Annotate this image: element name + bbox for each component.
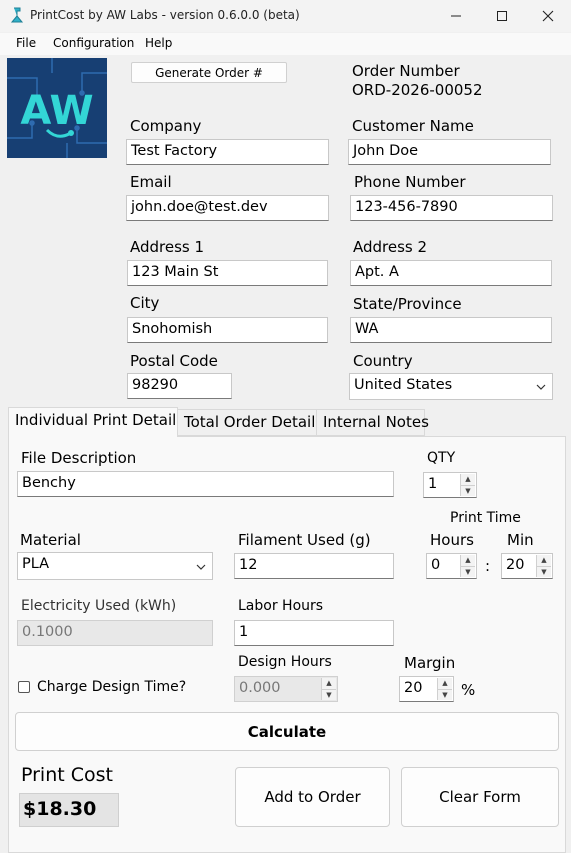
minutes-value: 20 [506,557,525,573]
spin-down-icon[interactable]: ▼ [438,689,452,700]
state-input[interactable]: WA [350,317,552,343]
postal-code-label: Postal Code [130,352,218,370]
chevron-down-icon [196,564,206,570]
maximize-button[interactable] [479,0,525,32]
order-number-value: ORD-2026-00052 [352,81,483,99]
add-to-order-button[interactable]: Add to Order [235,767,390,827]
maximize-icon [497,11,507,21]
print-cost-label: Print Cost [21,764,113,786]
spin-up-icon[interactable]: ▲ [537,555,551,567]
qty-label: QTY [427,450,456,466]
order-number-label: Order Number [352,62,460,80]
clear-form-button[interactable]: Clear Form [401,767,559,827]
spin-up-icon[interactable]: ▲ [461,555,475,567]
address2-input[interactable]: Apt. A [350,260,552,286]
country-select-value: United States [354,377,453,393]
print-cost-value: $18.30 [19,793,119,827]
labor-hours-input[interactable]: 1 [234,620,394,646]
state-label: State/Province [353,295,462,313]
material-select[interactable]: PLA [17,552,213,580]
city-label: City [130,294,160,312]
qty-spinner[interactable]: ▲ ▼ [460,474,475,496]
menu-file[interactable]: File [16,36,36,50]
charge-design-label: Charge Design Time? [37,679,187,695]
qty-value: 1 [428,476,438,492]
tab-total-order-details[interactable]: Total Order Details [177,409,323,436]
tab-internal-notes[interactable]: Internal Notes [316,409,429,436]
hours-spinner[interactable]: ▲ ▼ [460,555,475,577]
menu-help[interactable]: Help [145,36,172,50]
material-select-value: PLA [22,556,50,572]
electricity-used-label: Electricity Used (kWh) [21,598,177,614]
close-button[interactable] [525,0,571,32]
customer-name-label: Customer Name [352,117,474,135]
address1-input[interactable]: 123 Main St [127,260,328,286]
minutes-stepper[interactable]: 20 ▲ ▼ [501,553,553,579]
minutes-spinner[interactable]: ▲ ▼ [536,555,551,577]
charge-design-checkbox[interactable] [18,681,30,693]
file-description-label: File Description [21,449,137,467]
address1-label: Address 1 [130,238,205,256]
spin-down-icon[interactable]: ▼ [461,485,475,496]
email-input[interactable]: john.doe@test.dev [126,195,329,221]
qty-stepper[interactable]: 1 ▲ ▼ [423,472,477,498]
postal-code-input[interactable]: 98290 [127,373,232,399]
spin-up-icon[interactable]: ▲ [438,678,452,690]
print-time-label: Print Time [450,510,521,526]
time-separator: : [485,557,491,575]
minimize-icon [451,15,461,17]
hours-value: 0 [431,557,441,573]
city-input[interactable]: Snohomish [127,317,328,343]
labor-hours-label: Labor Hours [238,598,324,614]
phone-label: Phone Number [354,173,466,191]
filament-used-label: Filament Used (g) [238,531,371,549]
margin-value: 20 [404,680,423,696]
company-input[interactable]: Test Factory [126,139,329,165]
title-bar: PrintCost by AW Labs - version 0.6.0.0 (… [0,0,571,32]
email-label: Email [130,173,172,191]
minutes-label: Min [507,531,534,549]
spin-down-icon[interactable]: ▼ [537,566,551,577]
margin-label: Margin [404,654,456,672]
margin-percent-unit: % [461,681,476,699]
svg-text:AW: AW [20,88,93,134]
app-icon [10,7,24,23]
minimize-button[interactable] [433,0,479,32]
filament-used-input[interactable]: 12 [234,553,394,579]
phone-input[interactable]: 123-456-7890 [350,195,553,221]
spin-up-icon[interactable]: ▲ [461,474,475,486]
spin-up-icon: ▲ [322,678,336,690]
menu-configuration[interactable]: Configuration [53,36,134,50]
address2-label: Address 2 [353,238,428,256]
design-hours-value: 0.000 [239,680,281,696]
calculate-button[interactable]: Calculate [15,712,559,751]
chevron-down-icon [536,384,546,390]
margin-spinner[interactable]: ▲ ▼ [437,678,452,700]
electricity-used-input: 0.1000 [17,620,213,646]
app-logo: AW [7,58,107,158]
design-hours-stepper: 0.000 ▲ ▼ [234,676,338,702]
hours-stepper[interactable]: 0 ▲ ▼ [426,553,477,579]
close-icon [542,10,554,22]
design-hours-spinner: ▲ ▼ [321,678,336,700]
design-hours-label: Design Hours [238,654,332,670]
margin-stepper[interactable]: 20 ▲ ▼ [399,676,454,702]
file-description-input[interactable]: Benchy [17,471,394,497]
country-select[interactable]: United States [349,373,553,400]
company-label: Company [130,117,202,135]
spin-down-icon[interactable]: ▼ [461,566,475,577]
customer-name-input[interactable]: John Doe [348,139,551,165]
tab-individual-print-details[interactable]: Individual Print Details [8,407,184,437]
material-label: Material [20,531,81,549]
spin-down-icon: ▼ [322,689,336,700]
country-label: Country [353,352,413,370]
circuit-logo-icon: AW [7,58,107,158]
hours-label: Hours [430,531,474,549]
generate-order-button[interactable]: Generate Order # [131,62,287,83]
window-title: PrintCost by AW Labs - version 0.6.0.0 (… [30,8,300,22]
